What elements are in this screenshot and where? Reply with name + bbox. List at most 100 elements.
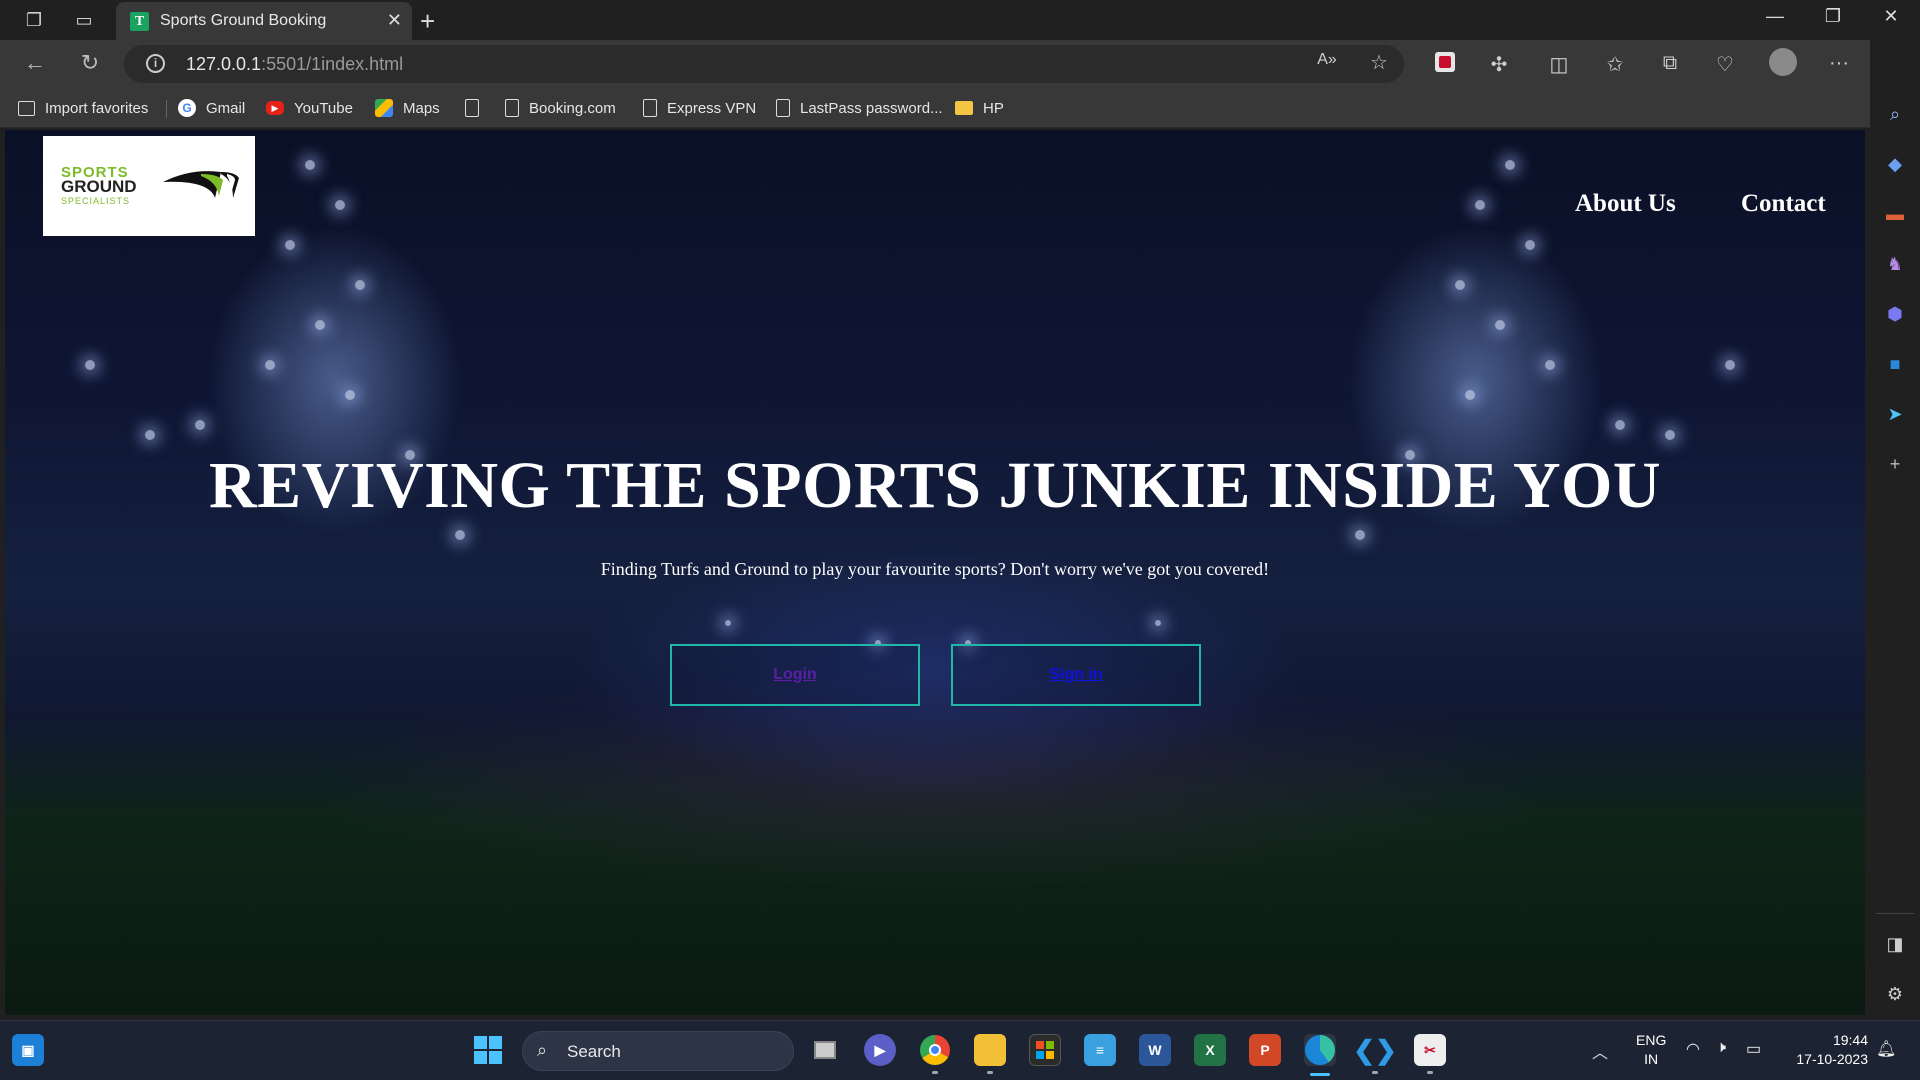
language-code: ENG — [1636, 1032, 1667, 1048]
outlook-icon[interactable]: ■ — [1883, 352, 1907, 376]
refresh-icon[interactable]: ↻ — [75, 50, 105, 76]
clock-date: 17-10-2023 — [1796, 1051, 1868, 1067]
running-indicator — [1372, 1071, 1378, 1074]
search-icon[interactable]: ⌕ — [1883, 102, 1907, 126]
input-language[interactable]: ENG IN — [1636, 1031, 1666, 1069]
extensions-icon[interactable]: ✣ — [1484, 52, 1514, 77]
settings-gear-icon[interactable]: ⚙ — [1883, 982, 1907, 1006]
web-page: SPORTS GROUND SPECIALISTS About Us Conta… — [5, 130, 1865, 1015]
notification-bell-icon[interactable]: 🔔︎ — [1876, 1039, 1896, 1059]
back-icon[interactable]: ← — [20, 50, 50, 76]
microsoft-365-icon[interactable]: ⬢ — [1883, 302, 1907, 326]
battery-icon[interactable]: ▭ — [1746, 1039, 1761, 1059]
favorite-booking[interactable]: Booking.com — [505, 98, 616, 118]
site-logo[interactable]: SPORTS GROUND SPECIALISTS — [43, 136, 255, 236]
extension-shield-icon[interactable] — [1430, 52, 1460, 78]
sidebar-divider — [1876, 913, 1914, 914]
browser-title-bar: ❐ ▭ T Sports Ground Booking ✕ + — ❐ ✕ — [0, 0, 1920, 40]
more-options-icon[interactable]: ··· — [1824, 52, 1854, 75]
read-aloud-icon[interactable]: A» — [1312, 51, 1342, 69]
snipping-tool-icon[interactable]: ✂ — [1414, 1034, 1446, 1066]
browser-essentials-icon[interactable]: ♡ — [1710, 52, 1740, 77]
teams-chat-icon[interactable]: ▶ — [864, 1034, 896, 1066]
folder-icon — [955, 101, 973, 115]
add-sidebar-app-icon[interactable]: + — [1883, 452, 1907, 476]
nav-contact-link[interactable]: Contact — [1741, 190, 1826, 218]
logo-swoosh-icon — [163, 171, 239, 198]
restore-button[interactable]: ❐ — [1810, 6, 1856, 27]
logo-text-ground: GROUND — [61, 177, 137, 196]
nav-about-us-link[interactable]: About Us — [1575, 190, 1676, 218]
favorites-icon[interactable]: ✩ — [1600, 52, 1630, 77]
login-button[interactable]: Login — [670, 644, 920, 706]
favorite-label: Express VPN — [667, 99, 757, 117]
favorite-lastpass[interactable]: LastPass password... — [776, 98, 943, 118]
clock[interactable]: 19:44 17-10-2023 — [1788, 1031, 1868, 1069]
edge-browser-icon[interactable] — [1304, 1034, 1336, 1066]
notepad-icon[interactable]: ≡ — [1084, 1034, 1116, 1066]
browser-toolbar: ← ↻ i 127.0.0.1:5501/1index.html A» ☆ ✣ … — [0, 40, 1920, 88]
minimize-button[interactable]: — — [1752, 6, 1798, 27]
url-path: :5501/1index.html — [261, 54, 404, 74]
favorite-page[interactable] — [465, 98, 479, 118]
vscode-icon[interactable]: ❮❯ — [1353, 1034, 1397, 1066]
start-button-icon[interactable] — [472, 1034, 504, 1066]
excel-icon[interactable]: X — [1194, 1034, 1226, 1066]
page-icon — [465, 99, 479, 117]
windows-taskbar: ▣ ⌕ Search ▶ ≡ W X P ❮❯ ✂ ︿ ENG IN ◠ 🕨 ▭ … — [0, 1020, 1920, 1080]
running-indicator — [932, 1071, 938, 1074]
browser-tab[interactable]: T Sports Ground Booking ✕ — [116, 2, 412, 40]
drop-send-icon[interactable]: ➤ — [1883, 402, 1907, 426]
favorite-label: YouTube — [294, 99, 353, 117]
favorite-gmail[interactable]: G Gmail — [178, 98, 245, 118]
games-icon[interactable]: ♞ — [1883, 252, 1907, 276]
region-code: IN — [1644, 1051, 1659, 1067]
favorite-label: LastPass password... — [800, 99, 943, 117]
youtube-icon: ▶ — [266, 101, 284, 115]
word-icon[interactable]: W — [1139, 1034, 1171, 1066]
powerpoint-icon[interactable]: P — [1249, 1034, 1281, 1066]
show-hidden-icons-icon[interactable]: ︿ — [1592, 1039, 1608, 1063]
tab-actions-icon[interactable]: ▭ — [72, 8, 96, 32]
edge-sidebar: ⌕ ◆ ▬ ♞ ⬢ ■ ➤ + ◨ ⚙ — [1870, 40, 1920, 1015]
taskbar-search[interactable]: ⌕ Search — [522, 1031, 794, 1071]
collections-icon[interactable]: ⧉ — [1655, 52, 1685, 75]
favorites-bar: Import favorites G Gmail ▶ YouTube Maps Bo… — [0, 88, 1920, 128]
favorite-label: Gmail — [206, 99, 246, 117]
address-bar[interactable]: i 127.0.0.1:5501/1index.html A» ☆ — [124, 45, 1404, 83]
favorite-folder-hp[interactable]: HP — [955, 98, 1004, 118]
favorite-express-vpn[interactable]: Express VPN — [643, 98, 756, 118]
favorite-label: Import favorites — [45, 99, 149, 117]
file-explorer-icon[interactable] — [974, 1034, 1006, 1066]
favorite-youtube[interactable]: ▶ YouTube — [266, 98, 353, 118]
new-tab-button[interactable]: + — [420, 6, 435, 37]
profile-avatar-icon[interactable] — [1768, 48, 1798, 82]
volume-muted-icon[interactable]: 🕨 — [1716, 1039, 1726, 1057]
taskbar-search-label: Search — [567, 1042, 621, 1061]
close-window-button[interactable]: ✕ — [1868, 6, 1914, 27]
favorite-import[interactable]: Import favorites — [18, 98, 148, 118]
logo-text-specialists: SPECIALISTS — [61, 196, 131, 206]
page-icon — [505, 99, 519, 117]
split-screen-icon[interactable]: ◫ — [1544, 52, 1574, 77]
search-icon: ⌕ — [537, 1040, 548, 1060]
url-text[interactable]: 127.0.0.1:5501/1index.html — [186, 54, 403, 75]
shopping-tag-icon[interactable]: ◆ — [1883, 152, 1907, 176]
signin-link[interactable]: Sign in — [1049, 666, 1102, 684]
tools-briefcase-icon[interactable]: ▬ — [1883, 202, 1907, 226]
microsoft-store-icon[interactable] — [1029, 1034, 1061, 1066]
tab-close-icon[interactable]: ✕ — [387, 10, 402, 31]
workspaces-icon[interactable]: ❐ — [22, 8, 46, 32]
widgets-icon[interactable]: ▣ — [12, 1034, 44, 1066]
url-host: 127.0.0.1 — [186, 54, 262, 74]
google-icon: G — [178, 99, 196, 117]
login-link[interactable]: Login — [773, 666, 817, 684]
task-view-icon[interactable] — [809, 1034, 841, 1066]
signin-button[interactable]: Sign in — [951, 644, 1201, 706]
favorite-maps[interactable]: Maps — [375, 98, 440, 118]
wifi-icon[interactable]: ◠ — [1686, 1039, 1700, 1059]
favorite-star-icon[interactable]: ☆ — [1364, 50, 1394, 75]
site-info-icon[interactable]: i — [146, 54, 165, 73]
chrome-icon[interactable] — [919, 1034, 951, 1066]
hide-sidebar-icon[interactable]: ◨ — [1883, 932, 1907, 956]
